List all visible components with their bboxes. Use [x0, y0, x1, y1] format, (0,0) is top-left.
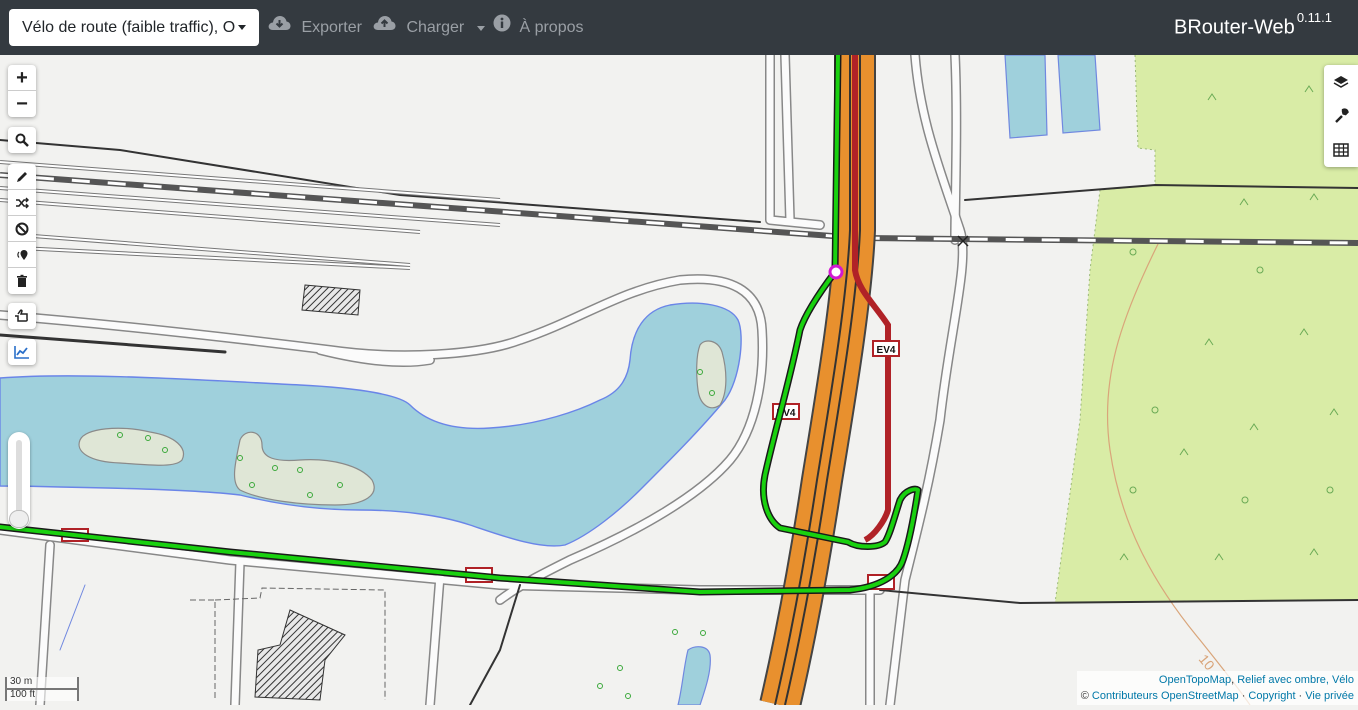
pencil-icon: [17, 171, 27, 182]
draw-route-button[interactable]: [8, 164, 36, 190]
about-link[interactable]: À propos: [493, 0, 584, 55]
trash-icon: [17, 274, 27, 287]
load-menu[interactable]: Charger: [373, 0, 485, 55]
wrench-icon: [1335, 108, 1349, 123]
chevron-down-icon: [476, 25, 485, 31]
chart-line-icon: [14, 346, 29, 359]
attr-link-relief[interactable]: Relief avec ombre: [1237, 674, 1326, 686]
ev4-label-1: EV4: [872, 340, 900, 357]
cloud-upload-icon: [373, 0, 396, 56]
search-button[interactable]: [8, 127, 36, 153]
about-label: À propos: [519, 19, 584, 37]
top-navbar: Vélo de route (faible traffic), O Export…: [0, 0, 1358, 55]
zoom-out-button[interactable]: −: [8, 91, 36, 117]
hand-pointer-icon: [15, 309, 28, 322]
brand[interactable]: BRouter-Web 0.11.1: [1174, 10, 1332, 40]
zoom-in-button[interactable]: +: [8, 65, 36, 91]
scale-imperial: 100 ft: [5, 688, 79, 701]
beacon-icon: [17, 249, 28, 260]
settings-button[interactable]: [1324, 99, 1358, 133]
load-label: Charger: [406, 19, 465, 37]
export-label: Exporter: [301, 19, 362, 37]
right-toolbar: [1324, 65, 1358, 167]
attr-link-opentopomap[interactable]: OpenTopoMap: [1159, 674, 1231, 686]
table-button[interactable]: [1324, 133, 1358, 167]
layers-icon: [1333, 76, 1349, 88]
attr-link-copyright[interactable]: Copyright: [1248, 690, 1295, 702]
search-control: [8, 127, 36, 153]
map-canvas[interactable]: 10 EV4 EV4: [0, 50, 1358, 710]
elevation-button[interactable]: [8, 339, 36, 365]
no-go-area-button[interactable]: [8, 216, 36, 242]
slider-thumb[interactable]: [9, 510, 29, 528]
table-icon: [1333, 143, 1349, 157]
info-icon: [493, 0, 511, 56]
attr-link-osm[interactable]: Contributeurs OpenStreetMap: [1092, 690, 1239, 702]
attribution: OpenTopoMap, Relief avec ombre, Vélo © C…: [1076, 671, 1358, 705]
shuffle-icon: [16, 197, 29, 208]
delete-route-button[interactable]: [8, 268, 36, 294]
poi-button[interactable]: [8, 303, 36, 329]
profile-select[interactable]: Vélo de route (faible traffic), O: [9, 9, 259, 46]
brand-name: BRouter-Web: [1174, 16, 1295, 39]
attr-link-velo[interactable]: , Vélo: [1326, 674, 1354, 686]
export-menu[interactable]: Exporter: [268, 0, 362, 55]
waypoint-marker[interactable]: [828, 264, 844, 280]
zoom-control: + −: [8, 65, 36, 117]
attr-link-privacy[interactable]: Vie privée: [1305, 690, 1354, 702]
scale-bar: 30 m 100 ft: [5, 677, 79, 701]
slider-track: [16, 440, 22, 516]
map-view[interactable]: 10 EV4 EV4 + − 30 m 100 ft OpenTopoMap, …: [0, 50, 1358, 710]
edit-toolbar: [8, 164, 36, 294]
layers-button[interactable]: [1324, 65, 1358, 99]
search-icon: [15, 133, 29, 147]
version-label: 0.11.1: [1296, 10, 1332, 25]
svg-text:EV4: EV4: [877, 345, 896, 356]
beeline-button[interactable]: [8, 242, 36, 268]
cloud-download-icon: [268, 0, 291, 56]
poi-control: [8, 303, 36, 329]
profile-select-value: Vélo de route (faible traffic), O: [22, 19, 236, 36]
reverse-route-button[interactable]: [8, 190, 36, 216]
elevation-control: [8, 339, 36, 365]
no-entry-icon: [15, 222, 29, 235]
opacity-slider[interactable]: [8, 432, 30, 529]
chevron-down-icon: [238, 25, 246, 30]
